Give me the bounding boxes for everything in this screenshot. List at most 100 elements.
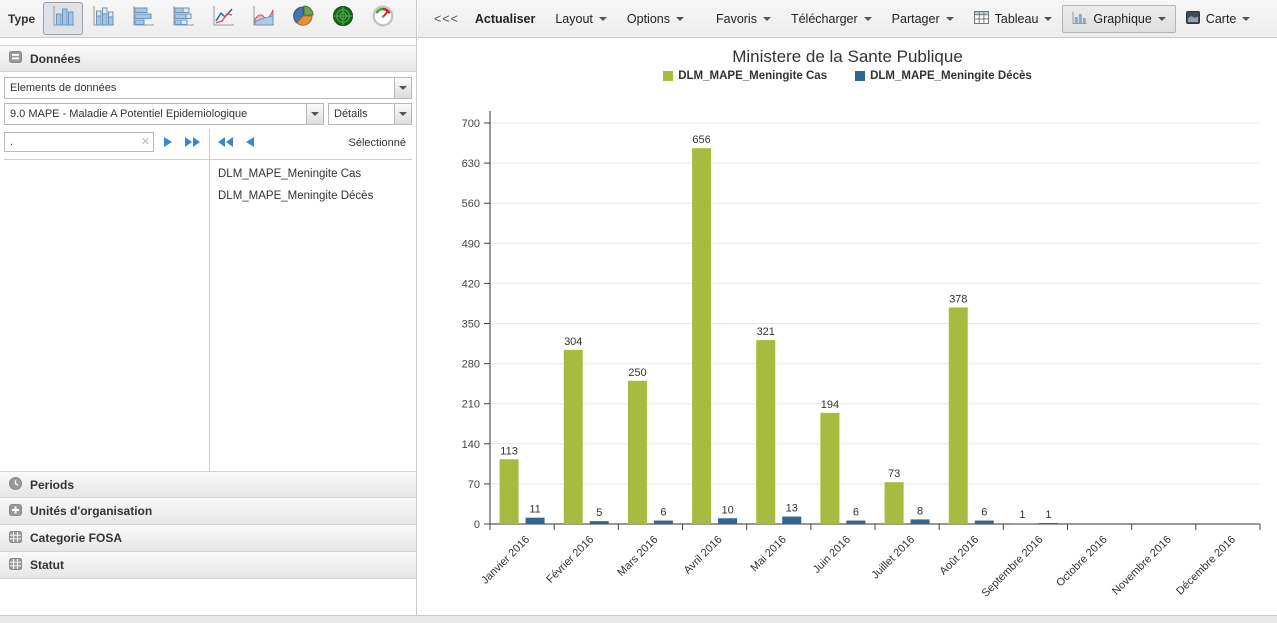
- selected-data-element[interactable]: DLM_MAPE_Meningite Cas: [210, 163, 412, 185]
- bar[interactable]: [1039, 523, 1058, 524]
- bar[interactable]: [782, 517, 801, 524]
- bar-chart-icon: [130, 4, 156, 33]
- grid-icon: [9, 558, 22, 573]
- data-panel-body: Elements de données 9.0 MAPE - Maladie A…: [0, 72, 416, 471]
- chevron-down-icon: [399, 86, 407, 90]
- x-category-label: Septembre 2016: [980, 534, 1046, 600]
- clock-icon: [9, 477, 22, 493]
- table-view-menu[interactable]: Tableau: [964, 5, 1063, 33]
- area-chart-icon: [250, 4, 276, 33]
- y-tick-label: 70: [468, 479, 480, 491]
- chart-type-gauge-button[interactable]: [363, 2, 403, 35]
- top-menu-bar: <<< Actualiser Layout Options Favoris Té…: [418, 0, 1277, 38]
- accordion-statut[interactable]: Statut: [0, 552, 416, 579]
- bar[interactable]: [756, 340, 775, 524]
- chart-type-pie-button[interactable]: [283, 2, 323, 35]
- chevron-down-icon: [763, 17, 771, 21]
- y-tick-label: 630: [462, 158, 480, 170]
- bar[interactable]: [975, 521, 994, 524]
- bar[interactable]: [500, 459, 519, 524]
- chart-panel: Ministere de la Sante Publique DLM_MAPE_…: [418, 38, 1277, 615]
- layout-menu[interactable]: Layout: [545, 6, 617, 32]
- x-category-label: Novembre 2016: [1110, 534, 1174, 598]
- chevron-down-icon: [864, 17, 872, 21]
- chart-type-stacked-column-button[interactable]: [83, 2, 123, 35]
- chevron-down-icon: [676, 17, 684, 21]
- radar-chart-icon: [330, 4, 356, 33]
- bar-value-label: 1: [1019, 509, 1025, 521]
- data-type-select[interactable]: Elements de données: [4, 77, 412, 99]
- move-selected-right-button[interactable]: [157, 131, 179, 153]
- x-category-label: Juillet 2016: [869, 534, 917, 582]
- favorites-menu[interactable]: Favoris: [706, 6, 781, 32]
- y-tick-label: 560: [462, 198, 480, 210]
- selected-list-header: Sélectionné: [349, 135, 407, 149]
- bar-value-label: 11: [529, 504, 540, 516]
- chart-type-bar-button[interactable]: [123, 2, 163, 35]
- selected-data-element[interactable]: DLM_MAPE_Meningite Décès: [210, 185, 412, 207]
- bar[interactable]: [949, 307, 968, 524]
- x-category-label: Janvier 2016: [479, 534, 532, 587]
- bar[interactable]: [1013, 523, 1032, 524]
- bar[interactable]: [820, 413, 839, 524]
- move-all-right-button[interactable]: [182, 131, 204, 153]
- accordion-categorie-fosa[interactable]: Categorie FOSA: [0, 525, 416, 552]
- available-items-list[interactable]: [4, 160, 210, 471]
- y-tick-label: 0: [474, 519, 480, 531]
- share-menu[interactable]: Partager: [882, 6, 964, 32]
- select-dropdown-button[interactable]: [394, 78, 411, 98]
- chart-icon: [1072, 11, 1087, 27]
- bar-value-label: 13: [786, 503, 798, 515]
- bar-value-label: 5: [596, 507, 602, 519]
- bar[interactable]: [885, 482, 904, 524]
- bar-value-label: 304: [564, 336, 582, 348]
- collapse-panel-button[interactable]: <<<: [428, 7, 465, 31]
- chart-type-line-button[interactable]: [203, 2, 243, 35]
- update-button[interactable]: Actualiser: [465, 6, 545, 32]
- chevron-down-icon: [1242, 17, 1250, 21]
- search-input[interactable]: [4, 132, 154, 152]
- select-dropdown-button[interactable]: [306, 104, 323, 124]
- options-menu[interactable]: Options: [617, 6, 694, 32]
- bar[interactable]: [692, 148, 711, 524]
- accordion-periods[interactable]: Periods: [0, 471, 416, 498]
- x-category-label: Avril 2016: [682, 534, 725, 577]
- accordion-data-header[interactable]: Données: [0, 45, 416, 72]
- chart-type-area-button[interactable]: [243, 2, 283, 35]
- bar-value-label: 8: [917, 505, 923, 517]
- selected-items-list: DLM_MAPE_Meningite CasDLM_MAPE_Meningite…: [210, 160, 412, 471]
- move-selected-left-button[interactable]: [239, 131, 261, 153]
- clear-search-icon[interactable]: ✕: [141, 135, 150, 148]
- select-dropdown-button[interactable]: [394, 104, 411, 124]
- data-element-group-select[interactable]: 9.0 MAPE - Maladie A Potentiel Epidemiol…: [4, 103, 324, 125]
- bar-value-label: 6: [853, 507, 859, 519]
- accordion-org-units[interactable]: Unités d'organisation: [0, 498, 416, 525]
- bottom-strip: [0, 615, 1277, 623]
- bar[interactable]: [628, 381, 647, 524]
- map-view-menu[interactable]: Carte: [1176, 5, 1261, 33]
- y-tick-label: 350: [462, 319, 480, 331]
- chart-type-radar-button[interactable]: [323, 2, 363, 35]
- chart-type-stacked-bar-button[interactable]: [163, 2, 203, 35]
- bar[interactable]: [526, 518, 545, 524]
- app-window: Type <<< Actualiser Layo: [0, 0, 1277, 623]
- chart-view-menu[interactable]: Graphique: [1062, 5, 1175, 33]
- bar-value-label: 656: [692, 134, 710, 146]
- about-menu[interactable]: A propos: [1272, 6, 1277, 32]
- download-menu[interactable]: Télécharger: [781, 6, 882, 32]
- chart-type-toolbar: Type: [0, 0, 417, 38]
- list-toolbar: ✕ Sélectionné: [4, 129, 412, 160]
- bar-value-label: 73: [888, 468, 900, 480]
- bar[interactable]: [590, 521, 609, 524]
- bar[interactable]: [564, 350, 583, 524]
- bar[interactable]: [911, 519, 930, 524]
- bar-value-label: 250: [628, 367, 646, 379]
- details-select[interactable]: Détails: [328, 103, 412, 125]
- data-icon: [9, 51, 22, 66]
- chart-type-column-button[interactable]: [43, 2, 83, 35]
- move-all-left-button[interactable]: [214, 131, 236, 153]
- bar[interactable]: [718, 518, 737, 524]
- bar[interactable]: [654, 521, 673, 524]
- y-tick-label: 700: [462, 118, 480, 130]
- bar[interactable]: [846, 521, 865, 524]
